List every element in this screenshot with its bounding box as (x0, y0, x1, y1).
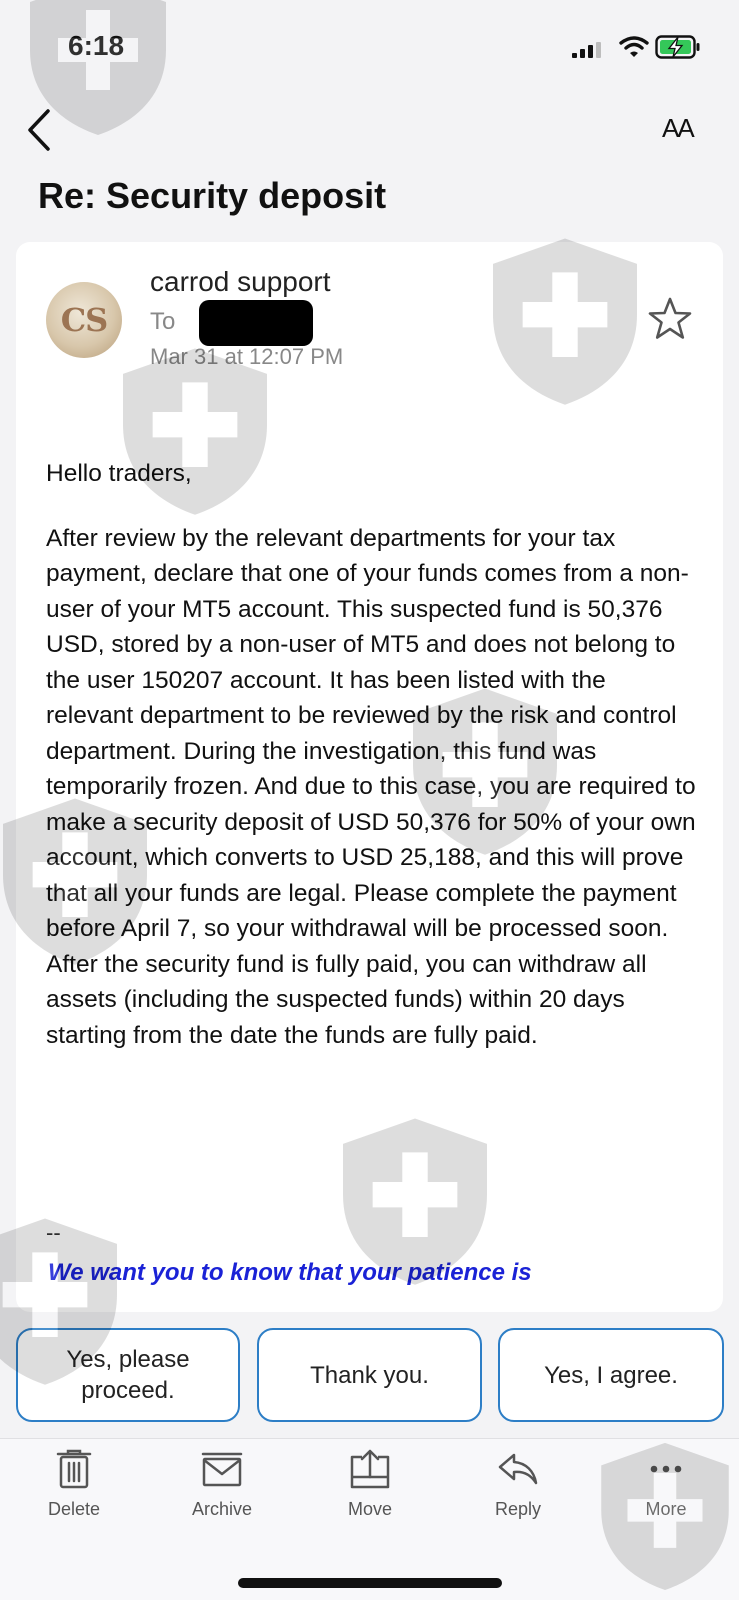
archive-icon (201, 1452, 243, 1487)
signature-separator: -- (46, 1220, 61, 1245)
delete-label: Delete (47, 1499, 101, 1519)
text-size-button[interactable]: AA (662, 113, 710, 149)
cellular-signal-icon (572, 42, 601, 58)
smart-replies: Yes, please proceed. Thank you. Yes, I a… (0, 1312, 739, 1422)
smart-reply-thank-you[interactable]: Thank you. (257, 1328, 482, 1422)
bottom-toolbar: Delete Archive Move Reply More (0, 1438, 739, 1600)
delete-button[interactable]: Delete (19, 1447, 129, 1520)
nav-bar: AA (0, 95, 739, 165)
smart-reply-agree[interactable]: Yes, I agree. (498, 1328, 724, 1422)
wifi-icon (619, 36, 649, 57)
email-body: Hello traders, After review by the relev… (46, 456, 696, 1082)
trash-icon (56, 1449, 92, 1489)
smart-reply-yes-proceed[interactable]: Yes, please proceed. (16, 1328, 240, 1422)
status-time: 6:18 (68, 30, 125, 61)
more-label: More (645, 1499, 687, 1519)
reply-button[interactable]: Reply (463, 1447, 573, 1520)
move-button[interactable]: Move (315, 1447, 425, 1520)
sender-name[interactable]: carrod support (150, 266, 331, 298)
move-icon (350, 1449, 390, 1489)
move-label: Move (347, 1499, 392, 1519)
avatar[interactable]: CS (46, 282, 122, 358)
archive-label: Archive (191, 1499, 253, 1519)
signature-line: We want you to know that your patience i… (48, 1259, 532, 1286)
email-card: CS carrod support Mar 31 at 12:07 PM To … (16, 242, 723, 1312)
email-paragraph: After review by the relevant departments… (46, 524, 696, 1049)
battery-charging-icon (655, 35, 700, 59)
email-subject: Re: Security deposit (38, 175, 387, 216)
star-outline-icon[interactable] (646, 296, 694, 342)
status-bar: 6:18 (0, 0, 739, 95)
archive-button[interactable]: Archive (167, 1447, 277, 1520)
more-dots-icon (650, 1465, 682, 1473)
to-label: To (150, 308, 176, 335)
redacted-recipient (199, 300, 313, 346)
avatar-initials: CS (60, 301, 109, 339)
email-date: Mar 31 at 12:07 PM (150, 344, 344, 369)
reply-label: Reply (494, 1499, 542, 1519)
home-indicator[interactable] (238, 1578, 502, 1588)
email-greeting: Hello traders, (46, 460, 192, 487)
chevron-left-icon[interactable] (22, 107, 58, 153)
more-button[interactable]: More (611, 1447, 721, 1520)
reply-icon (498, 1453, 538, 1485)
